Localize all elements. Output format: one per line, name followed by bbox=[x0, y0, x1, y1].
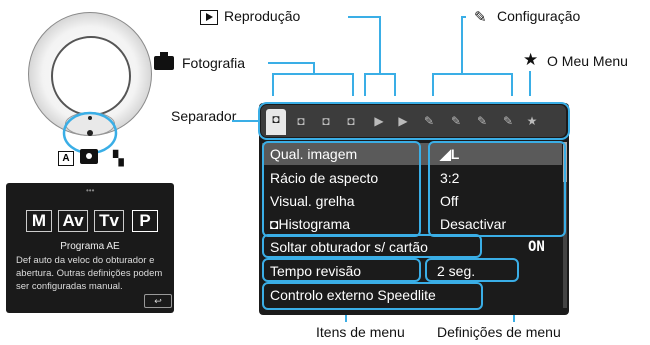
settings-highlight-box bbox=[425, 258, 519, 282]
items-highlight-box bbox=[262, 141, 421, 237]
items-highlight-box bbox=[262, 282, 483, 310]
settings-highlight-box bbox=[428, 141, 566, 237]
tab-strip-highlight bbox=[258, 102, 570, 140]
items-highlight-box bbox=[262, 234, 482, 258]
menu-value-release-without-card: ON bbox=[528, 239, 545, 255]
items-highlight-box bbox=[262, 258, 421, 282]
